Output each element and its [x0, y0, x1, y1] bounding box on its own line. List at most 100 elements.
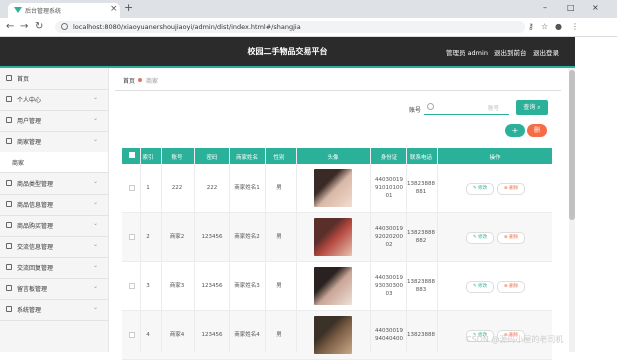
maximize-icon[interactable]: □: [567, 3, 575, 13]
cell-phone-line: 13823888: [407, 230, 435, 236]
sidebar-item[interactable]: 商品购买管理 ⌄: [0, 215, 108, 237]
front-link[interactable]: 退出到前台: [494, 47, 527, 57]
tab-title: 后台管理系统: [25, 8, 62, 15]
delete-button[interactable]: ⊗ 删除: [497, 232, 525, 244]
account-icon[interactable]: ●: [555, 21, 562, 33]
column-divider: [406, 148, 407, 352]
admin-label: 管理员 admin: [446, 49, 488, 57]
sidebar-item[interactable]: 用户管理 ⌄: [0, 110, 108, 132]
sidebar-item[interactable]: 首页: [0, 68, 108, 90]
scrollbar-thumb[interactable]: [569, 70, 575, 220]
board-icon: [6, 285, 12, 291]
avatar: [314, 218, 352, 256]
sidebar-item[interactable]: 个人中心 ⌄: [0, 89, 108, 111]
close-icon[interactable]: ×: [110, 4, 118, 15]
sidebar-item[interactable]: 商家管理 ⌄: [0, 131, 108, 153]
sidebar-item-label: 个人中心: [17, 97, 42, 104]
delete-button-label: 删除: [509, 235, 519, 240]
query-button[interactable]: 查询 ⌕: [516, 100, 548, 115]
key-icon[interactable]: ⚷: [528, 21, 534, 33]
chevron-down-icon: ⌄: [93, 241, 99, 248]
edit-button[interactable]: ✎ 修改: [466, 281, 494, 293]
edit-button-label: 修改: [478, 235, 488, 240]
watermark: CSDN @源码小屋的老司机: [466, 335, 564, 344]
avatar: [314, 169, 352, 207]
new-tab-icon[interactable]: +: [124, 2, 133, 14]
cell-phone: 13823888 881: [403, 180, 439, 196]
cell-gender: 男: [276, 234, 282, 240]
vue-favicon-icon: [14, 7, 22, 13]
cell-phone-line: 881: [415, 189, 427, 195]
cell-gender: 男: [276, 283, 282, 289]
column-divider: [161, 148, 162, 352]
sidebar-item[interactable]: 交流信息管理 ⌄: [0, 236, 108, 258]
edit-button-label: 修改: [478, 186, 488, 191]
batch-delete-button[interactable]: 删: [527, 124, 547, 137]
window-close-icon[interactable]: ×: [592, 3, 599, 13]
url-field[interactable]: localhost:8080/xiaoyuanershoujiaoyi/admi…: [55, 21, 525, 33]
sidebar-item-label: 商品类型管理: [17, 181, 54, 188]
user-icon: [6, 96, 12, 102]
cell-phone-line: 882: [415, 238, 427, 244]
cell-idcard: 44030019 91010100 01: [371, 176, 407, 200]
forward-icon[interactable]: →: [20, 20, 28, 33]
chevron-down-icon: ⌄: [93, 199, 99, 206]
sidebar-subitem[interactable]: 商家: [0, 152, 108, 173]
delete-button[interactable]: ⊗ 删除: [497, 183, 525, 195]
delete-button-label: 删除: [509, 284, 519, 289]
cell-phone-line: 13823888: [407, 181, 435, 187]
sidebar-item[interactable]: 留言板管理 ⌄: [0, 278, 108, 300]
cell-idcard-line: 44030019: [375, 226, 403, 232]
chevron-down-icon: ⌄: [93, 115, 99, 122]
app-header: 校园二手物品交易平台 管理员 admin 退出到前台 退出登录: [0, 37, 575, 66]
sidebar-subitem-label: 商家: [12, 160, 25, 167]
chevron-down-icon: ⌄: [93, 283, 99, 290]
sidebar-item[interactable]: 商品类型管理 ⌄: [0, 173, 108, 195]
cell-idcard: 44030019 94040400: [371, 327, 407, 343]
search-placeholder: 账号: [488, 106, 500, 112]
add-button[interactable]: +: [505, 124, 525, 137]
browser-tab[interactable]: 后台管理系统 ×: [8, 3, 120, 18]
menu-icon[interactable]: ⋮: [571, 21, 579, 33]
category-icon: [6, 180, 12, 186]
cell-gender: 男: [276, 332, 282, 338]
breadcrumb-current: 商家: [146, 78, 159, 85]
cell-phone: 13823888: [403, 331, 439, 339]
edit-button[interactable]: ✎ 修改: [466, 232, 494, 244]
logout-link[interactable]: 退出登录: [533, 47, 559, 57]
settings-icon: [6, 306, 12, 312]
info-icon[interactable]: [61, 23, 68, 30]
chevron-down-icon: ⌄: [93, 94, 99, 101]
chevron-down-icon: ⌄: [93, 178, 99, 185]
cell-idcard-line: 92020200: [375, 234, 403, 240]
browser-tab-bar: 后台管理系统 × + – □ ×: [0, 0, 617, 18]
query-button-label: 查询: [523, 104, 536, 111]
sidebar-item[interactable]: 系统管理 ⌄: [0, 299, 108, 321]
back-icon[interactable]: ←: [6, 20, 14, 33]
sidebar-item-label: 商品购买管理: [17, 223, 54, 230]
sidebar-item-label: 交流信息管理: [17, 244, 54, 251]
chevron-down-icon: ⌄: [93, 220, 99, 227]
cell-idcard: 44030019 92020200 02: [371, 225, 407, 249]
sidebar-item[interactable]: 交流回复管理 ⌄: [0, 257, 108, 279]
column-header: 操作: [489, 155, 501, 161]
chevron-down-icon: ⌄: [93, 304, 99, 311]
minimize-icon[interactable]: –: [543, 3, 547, 13]
sidebar-item-label: 交流回复管理: [17, 265, 54, 272]
reload-icon[interactable]: ↻: [35, 20, 43, 33]
delete-button[interactable]: ⊗ 删除: [497, 281, 525, 293]
cart-icon: [6, 222, 12, 228]
sidebar-item[interactable]: 商品信息管理 ⌄: [0, 194, 108, 216]
breadcrumb-home[interactable]: 首页: [123, 76, 135, 85]
cell-idcard-line: 93030300: [375, 283, 403, 289]
cell-phone-line: 13823888: [407, 332, 435, 338]
cell-idcard-line: 44030019: [375, 177, 403, 183]
store-icon: [6, 138, 12, 144]
star-icon[interactable]: ☆: [541, 21, 548, 33]
divider: [115, 90, 561, 91]
reply-icon: [6, 264, 12, 270]
url-text[interactable]: localhost:8080/xiaoyuanershoujiaoyi/admi…: [73, 22, 301, 32]
edit-button[interactable]: ✎ 修改: [466, 183, 494, 195]
message-icon: [6, 243, 12, 249]
search-input[interactable]: 账号: [424, 100, 509, 115]
